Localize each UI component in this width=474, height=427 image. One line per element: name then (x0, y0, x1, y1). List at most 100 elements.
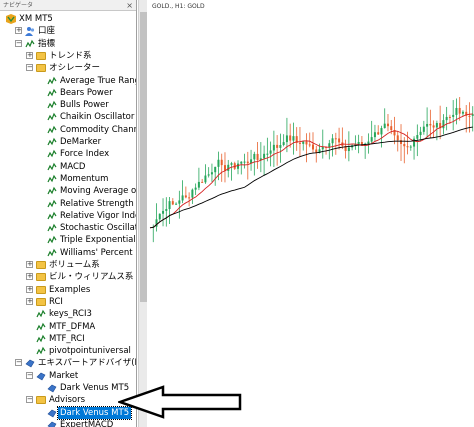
tree-item-mtf-dfma[interactable]: MTF_DFMA (0, 321, 136, 333)
chart-title-text: GOLD., H1: GOLD (152, 3, 205, 10)
tree-item-commodity-channel-index[interactable]: Commodity Channel Index (0, 124, 136, 136)
candle-body (455, 107, 458, 115)
candle-body (377, 132, 380, 135)
indicator-icon (47, 76, 57, 86)
candle-body (289, 135, 292, 141)
tree-item-xm-mt5[interactable]: XM MT5 (0, 13, 136, 25)
tree-item-pivotpointuniversal[interactable]: pivotpointuniversal (0, 345, 136, 357)
candle-body (246, 161, 249, 164)
tree-item-market[interactable]: − Market (0, 370, 136, 382)
indicator-icon (47, 235, 57, 245)
candle-body (445, 116, 448, 121)
candle-body (253, 153, 256, 160)
collapse-icon[interactable]: − (26, 396, 33, 404)
tree-item-item-1[interactable]: + 口座 (0, 25, 136, 37)
tree-item-item-21[interactable]: + ビル・ウィリアムス系 (0, 271, 136, 283)
collapse-icon[interactable]: − (26, 64, 33, 72)
candle-body (416, 135, 419, 139)
navigator-panel: ナビゲータ × XM MT5 + 口座 − 指標 + トレンド系 − オシレーター Average… (0, 0, 137, 427)
expand-icon[interactable]: + (26, 51, 33, 59)
annotation-arrow-icon (118, 385, 242, 419)
tree-item-label: Relative Strength Index (60, 198, 136, 209)
tree-item-label: keys_RCI3 (49, 309, 92, 320)
candle-body (458, 107, 461, 114)
candle-body (426, 123, 429, 127)
indicator-icon (47, 137, 57, 147)
candle-body (181, 195, 184, 201)
tree-item-label: ExpertMACD (60, 419, 114, 427)
tree-item-momentum[interactable]: Momentum (0, 173, 136, 185)
candle-body (188, 197, 191, 199)
tree-item-relative-strength-index[interactable]: Relative Strength Index (0, 198, 136, 210)
close-icon[interactable]: × (126, 0, 133, 11)
candle-body (191, 189, 194, 198)
collapse-icon[interactable]: − (15, 359, 22, 367)
tree-item-chaikin-oscillator[interactable]: Chaikin Oscillator (0, 111, 136, 123)
tree-item-label: Relative Vigor Index (60, 210, 137, 221)
tree-item-dark-venus-mt5[interactable]: Dark Venus MT5 (0, 382, 136, 394)
candle-body (168, 201, 171, 210)
tree-item-dark-venus-mt5[interactable]: Dark Venus MT5 (0, 405, 136, 420)
candle-body (396, 135, 399, 141)
tree-item-label: Bulls Power (60, 100, 109, 111)
tree-item-advisors[interactable]: − Advisors (0, 394, 136, 406)
chart-area[interactable]: GOLD., H1: GOLD (148, 0, 474, 427)
tree-item-bulls-power[interactable]: Bulls Power (0, 99, 136, 111)
tree-item-relative-vigor-index[interactable]: Relative Vigor Index (0, 210, 136, 222)
tree-item-triple-exponential-average[interactable]: Triple Exponential Average (0, 234, 136, 246)
indicator-icon (25, 39, 35, 49)
expand-icon[interactable]: + (26, 297, 33, 305)
tree-item-stochastic-oscillator[interactable]: Stochastic Oscillator (0, 222, 136, 234)
candle-body (442, 120, 445, 129)
tree-item-williams-percent-range[interactable]: Williams' Percent Range (0, 247, 136, 259)
indicator-icon (47, 174, 57, 184)
collapse-icon[interactable]: − (26, 371, 33, 379)
folder-icon (36, 297, 46, 306)
expert-advisor-icon (47, 420, 57, 427)
tree-item-examples[interactable]: + Examples (0, 284, 136, 296)
tree-item-keys-rci3[interactable]: keys_RCI3 (0, 308, 136, 320)
tree-item-demarker[interactable]: DeMarker (0, 136, 136, 148)
candle-body (373, 132, 376, 138)
tree-item-moving-average-of-oscillator[interactable]: Moving Average of Oscillator (0, 185, 136, 197)
tree-item-label: 口座 (38, 26, 56, 37)
candle-body (184, 195, 187, 198)
tree-item-label: pivotpointuniversal (49, 346, 131, 357)
tree-item-label: Momentum (60, 173, 109, 184)
tree-item-item-3[interactable]: + トレンド系 (0, 50, 136, 62)
candle-body (409, 146, 412, 148)
tree-item-macd[interactable]: MACD (0, 161, 136, 173)
candle-body (207, 174, 210, 176)
tree-item-average-true-range[interactable]: Average True Range (0, 75, 136, 87)
expand-icon[interactable]: + (15, 27, 22, 35)
tree-item-ea[interactable]: − エキスパートアドバイザ(EA) (0, 357, 136, 369)
candle-body (230, 163, 233, 165)
tree-item-rci[interactable]: + RCI (0, 296, 136, 308)
tree-item-label: Chaikin Oscillator (60, 112, 135, 123)
tree-item-expertmacd[interactable]: ExpertMACD (0, 419, 136, 427)
candle-body (461, 111, 464, 114)
tree-item-force-index[interactable]: Force Index (0, 148, 136, 160)
candle-body (165, 209, 168, 211)
tree-item-label: Triple Exponential Average (60, 235, 136, 246)
expand-icon[interactable]: + (26, 261, 33, 268)
price-chart (149, 96, 474, 243)
tree-item-item-2[interactable]: − 指標 (0, 38, 136, 50)
collapse-icon[interactable]: − (15, 39, 22, 47)
scrollbar-thumb[interactable] (140, 12, 147, 302)
expand-icon[interactable]: + (26, 285, 33, 293)
indicator-icon (47, 162, 57, 172)
candle-body (201, 181, 204, 183)
candle-body (305, 141, 308, 145)
navigator-scrollbar[interactable] (138, 0, 147, 427)
tree-item-bears-power[interactable]: Bears Power (0, 87, 136, 99)
tree-item-item-20[interactable]: + ボリューム系 (0, 259, 136, 271)
candle-body (338, 138, 341, 143)
tree-item-mtf-rci[interactable]: MTF_RCI (0, 333, 136, 345)
tree-item-item-4[interactable]: − オシレーター (0, 62, 136, 74)
navigator-title: ナビゲータ (3, 2, 34, 9)
chart-symbol-label: GOLD., H1: GOLD (152, 3, 205, 10)
indicator-icon (36, 309, 46, 319)
expand-icon[interactable]: + (26, 273, 33, 281)
candle-body (429, 123, 432, 126)
